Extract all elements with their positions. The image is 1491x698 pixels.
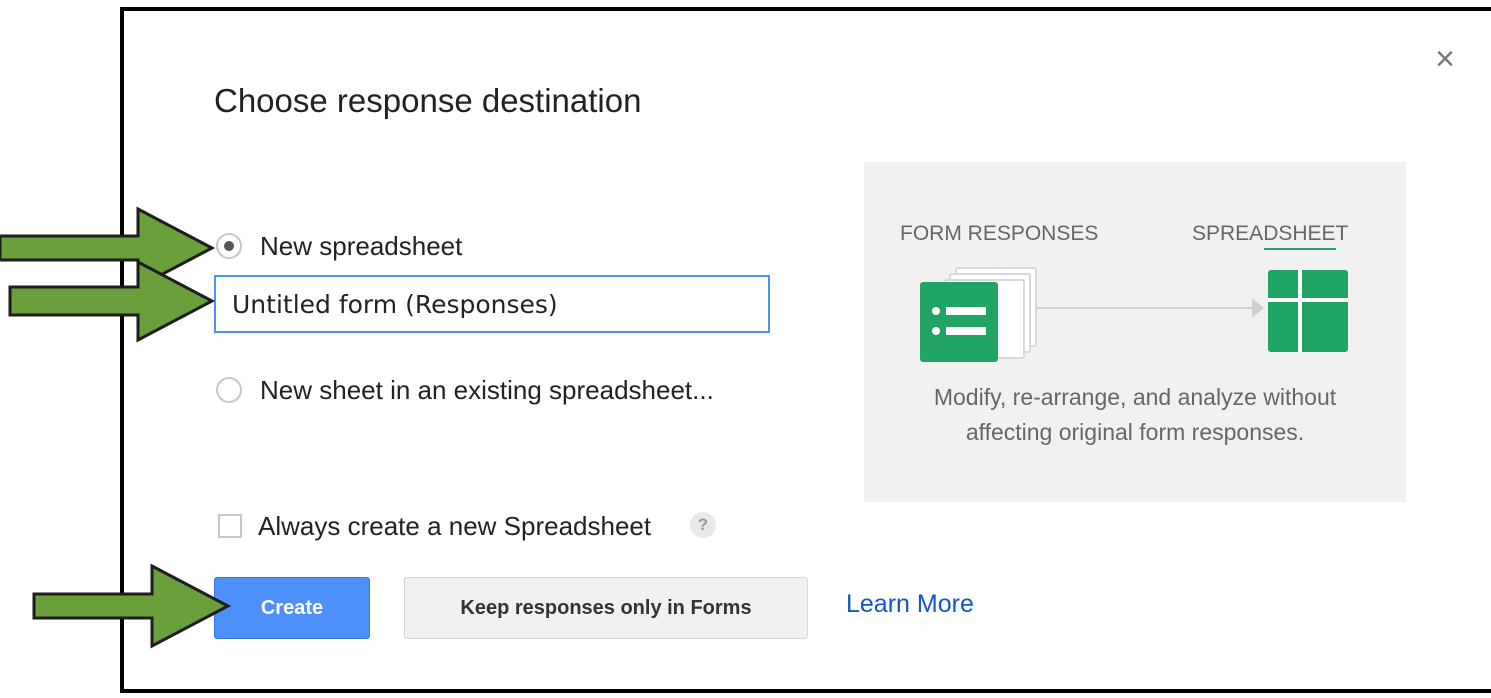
arrow-right-icon (32, 563, 232, 649)
annotation-arrows (0, 206, 232, 649)
arrow-right-icon (0, 206, 216, 290)
arrow-right-icon (8, 259, 216, 343)
